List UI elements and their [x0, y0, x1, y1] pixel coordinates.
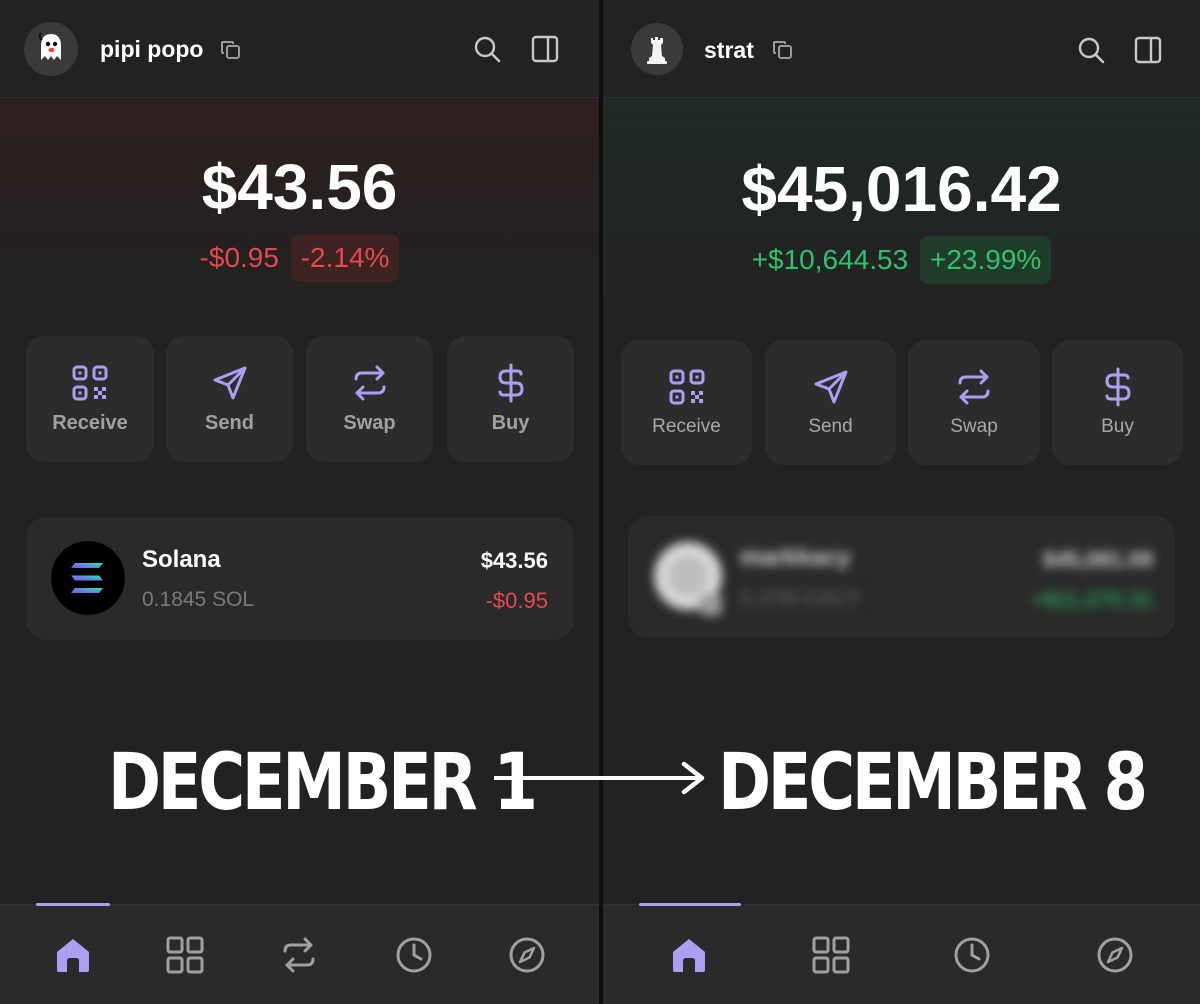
token-amount: 0.1845 SOL: [142, 588, 255, 611]
wallet-screen-december-8: strat $45,016.42 +$10,644.53 +23.99% Rec…: [603, 0, 1200, 1004]
home-icon[interactable]: [669, 935, 709, 975]
chess-rook-avatar-icon: [647, 37, 667, 64]
change-amount: -$0.95: [199, 242, 279, 273]
balance-section: $45,016.42 +$10,644.53 +23.99%: [603, 98, 1200, 320]
token-amount: 5.37M KACY: [740, 587, 862, 610]
home-icon[interactable]: [53, 935, 93, 975]
swap-label: Swap: [950, 416, 998, 437]
bottom-nav: [603, 903, 1200, 1004]
total-balance: $43.56: [201, 151, 398, 223]
token-change: -$0.95: [485, 588, 548, 613]
caption-end-date: DECEMBER 8: [718, 738, 1148, 828]
send-icon: [213, 366, 246, 400]
solana-logo-icon: [51, 541, 125, 615]
total-balance: $45,016.42: [741, 153, 1062, 225]
buy-label: Buy: [1101, 416, 1134, 437]
account-name[interactable]: strat: [704, 37, 754, 64]
wallet-screen-december-1: pipi popo $43.56 -$0.95 -2.14% Receive S…: [0, 0, 599, 1004]
change-percent-badge: -2.14%: [290, 234, 400, 282]
send-icon: [814, 370, 847, 404]
receive-button[interactable]: Receive: [621, 340, 752, 465]
buy-button[interactable]: Buy: [447, 336, 574, 462]
caption-start-date: DECEMBER 1: [108, 738, 538, 828]
clock-icon[interactable]: [952, 935, 992, 975]
token-name: Solana: [142, 546, 221, 573]
token-change: +$11,070.31: [1031, 587, 1153, 612]
balance-change: +$10,644.53 +23.99%: [603, 236, 1200, 284]
receive-label: Receive: [52, 412, 128, 434]
swap-icon: [958, 369, 990, 405]
buy-label: Buy: [491, 412, 530, 434]
clock-icon[interactable]: [394, 935, 434, 975]
account-avatar[interactable]: [631, 23, 683, 75]
wallet-header: strat: [603, 0, 1200, 98]
token-usd-value: $43.56: [480, 548, 548, 573]
compass-icon[interactable]: [1095, 935, 1135, 975]
bottom-nav: [0, 903, 599, 1004]
qr-code-icon: [669, 369, 704, 405]
swap-icon[interactable]: [279, 935, 319, 975]
buy-button[interactable]: Buy: [1052, 340, 1183, 465]
arrow-right-icon: [494, 761, 705, 795]
dollar-icon: [1104, 367, 1131, 407]
send-button[interactable]: Send: [765, 340, 896, 465]
token-row-markkacy[interactable]: markkacy 5.37M KACY $45,081.09 +$11,070.…: [628, 516, 1175, 638]
send-button[interactable]: Send: [166, 336, 293, 462]
qr-code-icon: [72, 365, 108, 401]
copy-icon[interactable]: [219, 38, 243, 62]
search-icon[interactable]: [1076, 35, 1106, 65]
search-icon[interactable]: [472, 34, 502, 64]
ghost-avatar-icon: [38, 32, 61, 60]
token-usd-value: $45,081.09: [1042, 547, 1153, 572]
sidebar-toggle-icon[interactable]: [530, 34, 560, 64]
compass-icon[interactable]: [507, 935, 547, 975]
receive-label: Receive: [652, 416, 721, 437]
swap-icon: [354, 365, 385, 401]
account-name[interactable]: pipi popo: [100, 36, 203, 63]
send-label: Send: [205, 412, 254, 434]
token-logo-icon: [654, 542, 722, 616]
blurred-token-content: markkacy 5.37M KACY $45,081.09 +$11,070.…: [628, 516, 1175, 638]
grid-icon[interactable]: [165, 935, 205, 975]
account-avatar[interactable]: [24, 22, 78, 76]
balance-change: -$0.95 -2.14%: [0, 234, 599, 282]
sidebar-toggle-icon[interactable]: [1133, 35, 1163, 65]
token-name: markkacy: [740, 544, 851, 571]
copy-icon[interactable]: [771, 38, 795, 62]
receive-button[interactable]: Receive: [26, 336, 154, 462]
nav-active-indicator: [639, 903, 741, 906]
change-percent-badge: +23.99%: [919, 236, 1052, 284]
swap-label: Swap: [343, 412, 396, 434]
token-row-solana[interactable]: Solana 0.1845 SOL $43.56 -$0.95: [26, 517, 574, 640]
grid-icon[interactable]: [811, 935, 851, 975]
balance-section: $43.56 -$0.95 -2.14%: [0, 98, 599, 320]
send-label: Send: [808, 416, 853, 437]
change-amount: +$10,644.53: [751, 244, 909, 275]
nav-active-indicator: [36, 903, 110, 906]
dollar-icon: [497, 363, 524, 403]
wallet-header: pipi popo: [0, 0, 599, 98]
swap-button[interactable]: Swap: [908, 340, 1040, 465]
swap-button[interactable]: Swap: [306, 336, 433, 462]
